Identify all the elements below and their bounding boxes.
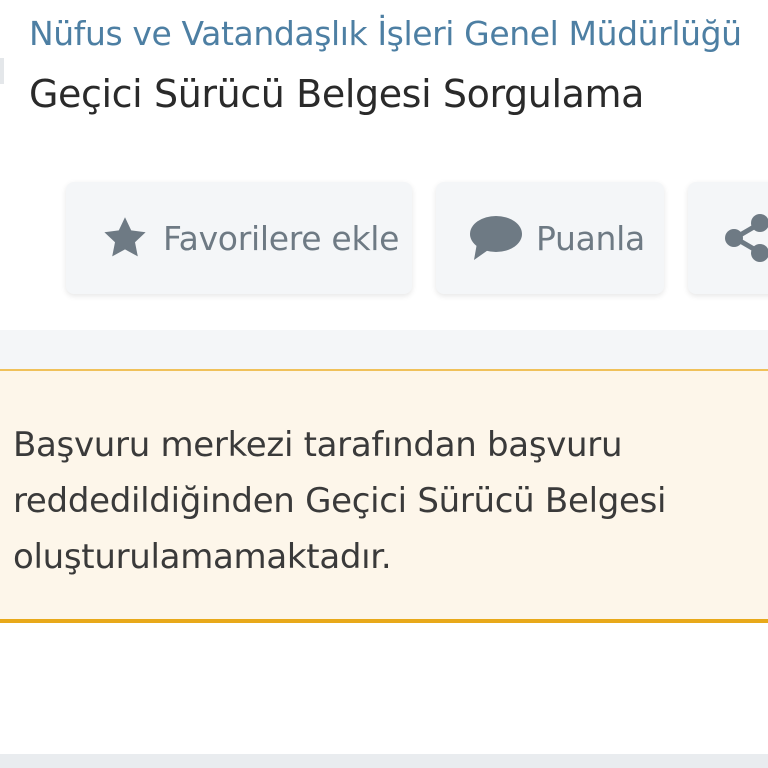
rate-button[interactable]: Puanla — [436, 182, 664, 294]
agency-name[interactable]: Nüfus ve Vatandaşlık İşleri Genel Müdürl… — [29, 12, 742, 56]
add-to-favorites-label: Favorilere ekle — [163, 218, 400, 258]
add-to-favorites-button[interactable]: Favorilere ekle — [66, 182, 412, 294]
page-title: Geçici Sürücü Belgesi Sorgulama — [29, 72, 644, 116]
page: Nüfus ve Vatandaşlık İşleri Genel Müdürl… — [0, 0, 768, 768]
rate-label: Puanla — [536, 218, 645, 258]
warning-alert: Başvuru merkezi tarafından başvuru redde… — [0, 369, 768, 623]
star-icon — [100, 214, 150, 262]
share-button[interactable] — [688, 182, 768, 294]
edge-marker — [0, 58, 4, 84]
content-area — [0, 623, 768, 754]
alert-message: Başvuru merkezi tarafından başvuru redde… — [13, 425, 667, 577]
speech-bubble-icon — [469, 215, 523, 261]
service-header: Nüfus ve Vatandaşlık İşleri Genel Müdürl… — [0, 0, 768, 330]
footer-strip — [0, 754, 768, 768]
share-icon — [723, 214, 768, 262]
